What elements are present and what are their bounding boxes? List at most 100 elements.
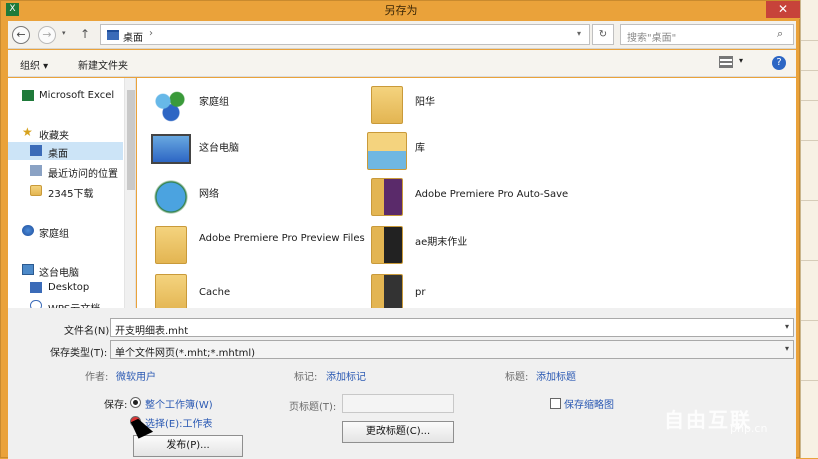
user-folder-icon [371,86,403,124]
scrollbar-thumb[interactable] [127,90,135,190]
radio-selection-label[interactable]: 选择(E):工作表 [145,415,213,430]
navigation-scrollbar[interactable] [124,78,135,308]
page-title-input[interactable] [342,394,454,413]
sidebar-item-wps-cloud[interactable]: WPS云文档 [8,297,123,308]
file-item-pr[interactable]: pr [367,270,587,308]
star-icon: ★ [22,125,33,139]
library-icon [367,132,407,170]
desktop-icon [30,145,42,156]
file-label: 这台电脑 [199,143,239,154]
save-scope-label: 保存: [104,400,128,411]
up-button[interactable]: ↑ [80,27,90,41]
sidebar-item-recent[interactable]: 最近访问的位置 [8,162,123,180]
folder-icon [371,178,403,216]
sidebar-item-2345[interactable]: 2345下载 [8,182,123,200]
file-item-this-pc[interactable]: 这台电脑 [151,128,371,174]
sidebar-item-desktop-folder[interactable]: Desktop [8,279,123,297]
change-title-button[interactable]: 更改标题(C)... [342,421,454,443]
file-item-network[interactable]: 网络 [151,174,371,220]
file-item-yanghua[interactable]: 阳华 [367,82,587,128]
homegroup-icon [22,225,34,236]
file-label: 库 [415,143,425,154]
filename-value[interactable]: 开支明细表.mht [115,326,188,337]
sidebar-item-this-pc[interactable]: 这台电脑 [8,261,123,279]
organize-button[interactable]: 组织 ▾ [20,57,48,72]
tags-label: 标记: [294,372,318,383]
grid-line [801,140,818,141]
help-button[interactable]: ? [772,56,786,70]
network-icon [151,178,191,216]
sidebar-item-desktop[interactable]: 桌面 [8,142,123,160]
sidebar-item-label: 收藏夹 [39,131,69,142]
file-item-ae-homework[interactable]: ae期末作业 [367,222,587,268]
radio-entire-workbook-label[interactable]: 整个工作簿(W) [145,396,213,411]
file-item-library[interactable]: 库 [367,128,587,174]
sidebar-item-homegroup[interactable]: 家庭组 [8,222,123,240]
view-options-icon[interactable] [719,56,733,68]
file-label: 阳华 [415,97,435,108]
file-item-cache[interactable]: Cache [151,270,371,308]
close-button[interactable]: ✕ [766,1,800,18]
address-separator[interactable]: › [149,28,153,39]
thumbnail-label[interactable]: 保存缩略图 [564,396,614,411]
author-value[interactable]: 微软用户 [116,368,156,383]
computer-icon [22,264,34,275]
sidebar-item-label: WPS云文档 [48,300,100,308]
file-item-premiere-preview[interactable]: Adobe Premiere Pro Preview Files [151,222,371,268]
grid-line [801,260,818,261]
filename-input[interactable]: 开支明细表.mht ▾ [110,318,794,337]
sidebar-item-label: 2345下载 [48,189,94,200]
add-tags-link[interactable]: 添加标记 [326,368,366,383]
folder-icon [30,282,42,293]
filetype-select[interactable]: 单个文件网页(*.mht;*.mhtml) ▾ [110,340,794,359]
add-title-link[interactable]: 添加标题 [536,368,576,383]
page-title-label: 页标题(T): [289,402,337,413]
search-placeholder: 搜索"桌面" [627,33,677,44]
grid-line [801,70,818,71]
file-item-premiere-autosave[interactable]: Adobe Premiere Pro Auto-Save [367,174,587,220]
view-dropdown-icon[interactable]: ▾ [739,56,743,65]
file-label: 网络 [199,189,219,200]
search-input[interactable]: 搜索"桌面" ⌕ [620,24,794,45]
toolbar: 组织 ▾ 新建文件夹 ▾ ? [8,50,796,77]
homegroup-icon [151,86,191,124]
back-button[interactable]: ← [12,26,30,44]
save-as-dialog: X 另存为 ✕ ← → ▾ ↑ 桌面 › ▾ ↻ 搜索"桌面" ⌕ 组织 ▾ 新… [0,0,801,459]
publish-button[interactable]: 发布(P)... [133,435,243,457]
recent-dropdown-icon[interactable]: ▾ [62,29,66,37]
sidebar-item-label: 这台电脑 [39,268,79,279]
file-item-homegroup[interactable]: 家庭组 [151,82,371,128]
new-folder-button[interactable]: 新建文件夹 [78,57,128,72]
cloud-icon [30,300,42,308]
sidebar-item-favorites[interactable]: ★ 收藏夹 [8,124,123,142]
title-label: 标题: [505,372,529,383]
chevron-down-icon[interactable]: ▾ [785,344,789,353]
thumbnail-checkbox[interactable] [550,398,561,409]
grid-line [801,200,818,201]
forward-button[interactable]: → [38,26,56,44]
sidebar-item-excel[interactable]: Microsoft Excel [8,87,123,105]
grid-line [801,100,818,101]
sidebar-item-label: 最近访问的位置 [48,169,118,180]
chevron-down-icon[interactable]: ▾ [785,322,789,331]
watermark: 自由互联 php.cn [664,404,814,448]
file-label: 家庭组 [199,97,229,108]
filetype-label: 保存类型(T): [50,348,108,359]
sidebar-item-label: Desktop [48,282,90,293]
background-spreadsheet [800,0,818,458]
refresh-button[interactable]: ↻ [592,24,614,45]
watermark-sub: php.cn [730,422,768,435]
search-icon[interactable]: ⌕ [777,27,783,41]
file-label: ae期末作业 [415,237,468,248]
folder-icon [371,226,403,264]
author-label: 作者: [85,372,109,383]
radio-entire-workbook[interactable] [130,397,141,408]
window-title: 另存为 [384,4,418,17]
address-bar[interactable]: 桌面 › ▾ [100,24,590,45]
filetype-value[interactable]: 单个文件网页(*.mht;*.mhtml) [115,348,255,359]
address-path[interactable]: 桌面 [123,29,143,44]
address-dropdown-icon[interactable]: ▾ [577,29,581,38]
file-list: 家庭组 阳华 这台电脑 库 网络 Adobe Premiere Pro Auto… [137,78,796,308]
grid-line [801,320,818,321]
title-bar: X 另存为 ✕ [1,1,801,19]
